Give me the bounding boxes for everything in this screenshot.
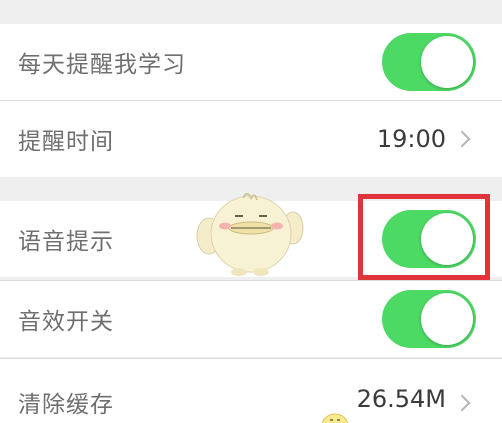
clear-cache-label: 清除缓存 (18, 392, 114, 418)
toggle-knob (421, 293, 473, 345)
chick-mascot-icon (196, 193, 304, 276)
sound-effects-toggle[interactable] (382, 290, 476, 348)
daily-reminder-label: 每天提醒我学习 (18, 52, 186, 78)
sound-effects-label: 音效开关 (18, 309, 114, 335)
voice-prompt-label: 语音提示 (18, 229, 114, 255)
chick-mascot-peek-icon (321, 413, 349, 423)
daily-reminder-toggle[interactable] (382, 33, 476, 91)
toggle-knob (421, 36, 473, 88)
highlight-box (358, 194, 490, 280)
reminder-time-label: 提醒时间 (18, 129, 114, 155)
daily-reminder-row: 每天提醒我学习 (0, 24, 502, 100)
clear-cache-value: 26.54M (356, 385, 446, 413)
chevron-right-icon (453, 394, 471, 412)
clear-cache-row[interactable]: 清除缓存 26.54M (0, 359, 502, 423)
settings-screen: 每天提醒我学习 提醒时间 19:00 语音提示 音效开关 清除缓存 26.54M (0, 0, 502, 423)
sound-effects-row: 音效开关 (0, 281, 502, 357)
chevron-right-icon (453, 130, 471, 148)
reminder-time-value: 19:00 (376, 125, 446, 153)
reminder-time-row[interactable]: 提醒时间 19:00 (0, 101, 502, 177)
